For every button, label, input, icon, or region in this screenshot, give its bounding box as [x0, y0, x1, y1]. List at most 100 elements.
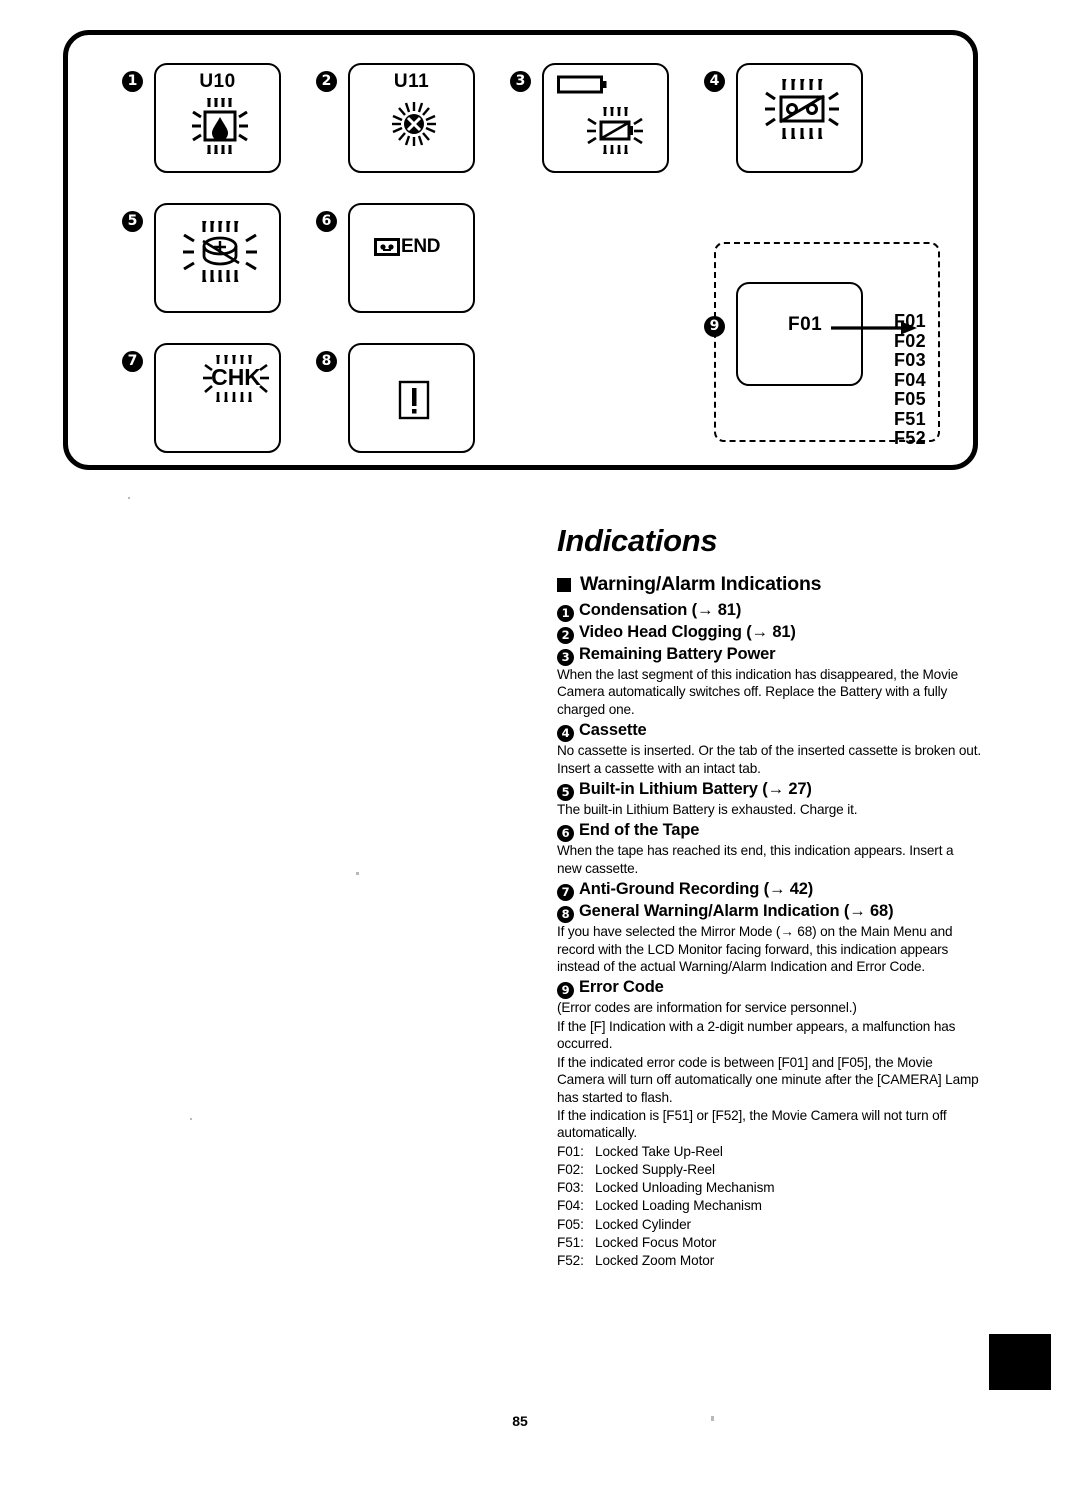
item-heading-label: Remaining Battery Power [579, 645, 776, 663]
error-code-description: Locked Take Up-Reel [595, 1143, 723, 1159]
error-code-key: F05: [557, 1216, 584, 1232]
indication-item-heading: 6 End of the Tape [557, 821, 981, 843]
panel-badge-4: 4 [704, 71, 725, 92]
item-badge-icon: 6 [557, 825, 574, 843]
item-badge-icon: 1 [557, 605, 574, 622]
item-body-paragraph: If the indicated error code is between [… [557, 1054, 979, 1105]
item-badge-icon: 3 [557, 649, 574, 666]
item-heading-label: Built-in Lithium Battery (→ 27) [579, 780, 812, 799]
item-heading-label: Cassette [579, 721, 647, 740]
error-code-description: Locked Loading Mechanism [595, 1198, 762, 1214]
battery-empty-flashing-icon [587, 107, 643, 154]
item-badge-icon: 2 [557, 627, 574, 644]
lcd-label-u11: U11 [393, 71, 430, 92]
item-body-paragraph: The built-in Lithium Battery is exhauste… [557, 802, 858, 818]
page-title: Indications [557, 523, 718, 558]
text-column: Indications Warning/Alarm Indications 1C… [557, 523, 981, 1270]
scan-speck [128, 497, 130, 499]
sun-x-flashing-icon [392, 102, 436, 146]
panel-badge-5: 5 [122, 211, 143, 232]
lcd-screen-2: U11 [348, 63, 475, 173]
item-heading-label: Anti-Ground Recording (→ 42) [579, 880, 814, 899]
indication-item-heading: 3 Remaining Battery Power [557, 645, 981, 666]
square-bullet-icon [557, 577, 571, 592]
indication-items-list: 1 Condensation (→ 81) 2 Video Head Clogging… [557, 601, 981, 1142]
lcd-screen-8 [348, 343, 475, 453]
item-body-paragraph: No cassette is inserted. Or the tab of t… [557, 743, 981, 776]
item-heading-label: General Warning/Alarm Indication (→ 68) [579, 902, 894, 921]
indication-diagram-frame: 1 U10 2 U11 3 4 5 6 END 7 CHK 8 9 F01 F0… [63, 30, 978, 470]
page-number: 85 [512, 1413, 528, 1429]
lcd-screen-4 [736, 63, 863, 173]
error-code-key: F02: [557, 1161, 584, 1177]
section-heading-warning-alarm: Warning/Alarm Indications [557, 573, 981, 596]
error-code-description: Locked Zoom Motor [595, 1252, 715, 1268]
exclamation-box-icon [398, 380, 430, 420]
item-badge-icon: 8 [557, 906, 574, 924]
item-heading-label: Video Head Clogging (→ 81) [579, 623, 796, 641]
indication-item-heading: 4 Cassette [557, 721, 981, 743]
error-code-row: F01: Locked Take Up-Reel [557, 1143, 981, 1161]
item-heading-label: End of the Tape [579, 821, 700, 840]
error-code-entry: F03 [894, 350, 926, 370]
item-badge-icon: 7 [557, 884, 574, 902]
print-registration-mark [989, 1334, 1051, 1390]
lcd-label-f01: F01 [788, 314, 823, 335]
panel-badge-1: 1 [122, 71, 143, 92]
panel-badge-7: 7 [122, 351, 143, 372]
panel-badge-6: 6 [316, 211, 337, 232]
section-heading-label: Warning/Alarm Indications [580, 573, 822, 595]
lcd-label-u10: U10 [199, 71, 236, 92]
cassette-icon [374, 238, 400, 256]
cassette-crossed-flashing-icon [765, 79, 839, 139]
error-code-entry: F52 [894, 428, 926, 448]
error-code-row: F02: Locked Supply-Reel [557, 1161, 981, 1179]
lcd-screen-6: END [348, 203, 475, 313]
error-code-row: F05: Locked Cylinder [557, 1216, 981, 1234]
indication-item-heading: 8 General Warning/Alarm Indication (→ 68) [557, 902, 981, 924]
scan-speck [190, 1118, 192, 1120]
error-code-row: F04: Locked Loading Mechanism [557, 1197, 981, 1215]
item-body-paragraph: When the tape has reached its end, this … [557, 843, 954, 876]
error-code-key: F04: [557, 1198, 584, 1214]
error-code-row: F52: Locked Zoom Motor [557, 1252, 981, 1270]
panel-badge-9: 9 [704, 316, 725, 337]
error-code-key: F52: [557, 1252, 584, 1268]
item-heading-label: Condensation (→ 81) [579, 601, 742, 619]
scan-speck [711, 1416, 714, 1421]
error-code-entry: F01 [894, 311, 926, 331]
item-badge-icon: 9 [557, 982, 574, 1000]
error-code-entry: F04 [894, 369, 926, 390]
chk-flashing-icon: CHK [203, 355, 269, 402]
error-code-row: F03: Locked Unloading Mechanism [557, 1179, 981, 1197]
indication-item-heading: 5 Built-in Lithium Battery (→ 27) [557, 780, 981, 802]
indication-item-heading: 9 Error Code [557, 978, 981, 1000]
lcd-screen-5 [154, 203, 281, 313]
lcd-label-end: END [401, 236, 441, 257]
panel-badge-8: 8 [316, 351, 337, 372]
cassette-end-icon: END [374, 236, 441, 258]
lcd-screen-1: U10 [154, 63, 281, 173]
scan-speck [356, 872, 359, 875]
error-code-description: Locked Focus Motor [595, 1234, 717, 1250]
panel-badge-2: 2 [316, 71, 337, 92]
item-body-paragraph: When the last segment of this indication… [557, 667, 959, 717]
error-code-description-table: F01: Locked Take Up-Reel F02: Locked Supply… [557, 1143, 981, 1270]
error-code-entry: F51 [894, 408, 926, 429]
item-body-paragraph: If you have selected the Mirror Mode (→ … [557, 924, 953, 975]
error-code-list: F01 F02 F03 F04 F05 F51 F52 [894, 311, 926, 449]
lcd-screen-3 [542, 63, 669, 173]
error-code-description: Locked Cylinder [595, 1216, 691, 1232]
svg-text:CHK: CHK [211, 364, 261, 390]
error-code-description: Locked Supply-Reel [595, 1161, 715, 1177]
error-code-row: F51: Locked Focus Motor [557, 1234, 981, 1252]
item-body-paragraph: (Error codes are information for service… [557, 1000, 857, 1016]
indication-item-heading: 1 Condensation (→ 81) [557, 601, 981, 622]
battery-full-icon [557, 75, 607, 94]
error-code-key: F51: [557, 1234, 584, 1250]
panel-badge-3: 3 [510, 71, 531, 92]
error-code-description: Locked Unloading Mechanism [595, 1180, 775, 1196]
water-drop-in-box-flashing-icon [192, 98, 248, 154]
indication-item-heading: 7 Anti-Ground Recording (→ 42) [557, 880, 981, 902]
lcd-screen-7: CHK [154, 343, 281, 453]
